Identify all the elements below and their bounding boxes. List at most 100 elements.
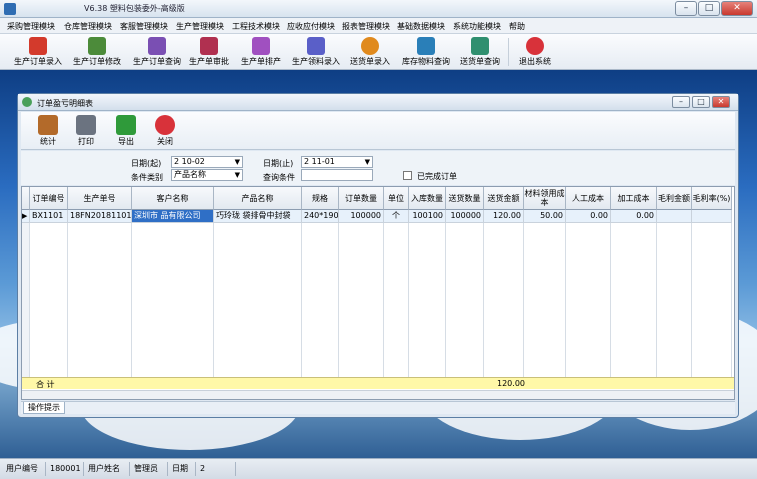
table-cell[interactable]: 100100: [409, 210, 446, 223]
maximize-button[interactable]: □: [698, 1, 720, 16]
app-icon: [4, 3, 16, 15]
column-header[interactable]: 人工成本: [566, 187, 611, 210]
child-restore-button[interactable]: □: [692, 96, 710, 108]
statistics-icon: [38, 115, 58, 135]
delivery-icon: [361, 37, 379, 55]
menu-production[interactable]: 生产管理模块: [176, 21, 224, 32]
column-header[interactable]: 生产单号: [68, 187, 132, 210]
table-cell-selected[interactable]: 深圳市 品有限公司: [132, 210, 214, 223]
table-cell[interactable]: 18FN20181101001: [68, 210, 132, 223]
table-cell[interactable]: 100000: [339, 210, 384, 223]
order-profit-window: 订单盈亏明细表 – □ ✕ 统计 打印 导出 关闭 日期(起) 2 10-02 …: [17, 93, 739, 418]
row-indicator-header: [22, 187, 30, 210]
column-header[interactable]: 订单数量: [339, 187, 384, 210]
table-cell[interactable]: 0.00: [566, 210, 611, 223]
production-order-query-button[interactable]: 生产订单查询: [128, 35, 186, 69]
column-header[interactable]: 送货金额: [484, 187, 524, 210]
close-window-button[interactable]: ✕: [721, 1, 753, 16]
close-button[interactable]: 关闭: [148, 114, 182, 148]
exit-system-button[interactable]: 退出系统: [512, 35, 558, 69]
menu-reports[interactable]: 报表管理模块: [342, 21, 390, 32]
column-divider: [446, 223, 484, 378]
column-divider: [409, 223, 446, 378]
condition-type-select[interactable]: 产品名称 ▼: [171, 169, 243, 181]
column-divider: [132, 223, 214, 378]
production-approve-button[interactable]: 生产单审批: [184, 35, 234, 69]
table-cell[interactable]: 120.00: [484, 210, 524, 223]
export-icon: [116, 115, 136, 135]
date-from-label: 日期(起): [131, 159, 162, 168]
window-icon: [22, 97, 32, 107]
print-button[interactable]: 打印: [69, 114, 103, 148]
column-header[interactable]: 产品名称: [214, 187, 302, 210]
child-window-title: 订单盈亏明细表: [37, 99, 93, 108]
menu-engineering[interactable]: 工程技术模块: [232, 21, 280, 32]
table-cell[interactable]: 50.00: [524, 210, 566, 223]
column-header[interactable]: 规格: [302, 187, 339, 210]
menu-system[interactable]: 系统功能模块: [453, 21, 501, 32]
column-header[interactable]: 订单编号: [30, 187, 68, 210]
production-order-edit-button[interactable]: 生产订单修改: [68, 35, 126, 69]
delivery-entry-button[interactable]: 送货单录入: [346, 35, 394, 69]
menu-warehouse[interactable]: 仓库管理模块: [64, 21, 112, 32]
stock-material-query-button[interactable]: 库存物料查询: [398, 35, 454, 69]
delivery-query-button[interactable]: 送货单查询: [456, 35, 504, 69]
menu-accounts[interactable]: 应收应付模块: [287, 21, 335, 32]
export-button[interactable]: 导出: [109, 114, 143, 148]
date-value: 2: [196, 462, 236, 476]
table-cell[interactable]: [657, 210, 692, 223]
column-divider: [339, 223, 384, 378]
column-header[interactable]: 入库数量: [409, 187, 446, 210]
table-cell[interactable]: BX1101: [30, 210, 68, 223]
exit-icon: [526, 37, 544, 55]
menu-bar: 采购管理模块 仓库管理模块 客服管理模块 生产管理模块 工程技术模块 应收应付模…: [0, 18, 757, 34]
child-minimize-button[interactable]: –: [672, 96, 690, 108]
column-divider: [524, 223, 566, 378]
column-divider: [302, 223, 339, 378]
material-issue-entry-button[interactable]: 生产领料录入: [288, 35, 344, 69]
approve-icon: [200, 37, 218, 55]
column-header[interactable]: 毛利金额: [657, 187, 692, 210]
production-schedule-button[interactable]: 生产单排产: [236, 35, 286, 69]
table-cell[interactable]: 巧玲珑 袋排骨中封袋: [214, 210, 302, 223]
horizontal-scrollbar[interactable]: [22, 390, 734, 399]
column-header[interactable]: 送货数量: [446, 187, 484, 210]
hint-bar: 操作提示: [21, 401, 735, 414]
menu-help[interactable]: 帮助: [509, 21, 525, 32]
table-cell[interactable]: 100000: [446, 210, 484, 223]
table-cell[interactable]: 0.00: [611, 210, 657, 223]
row-indicator-column: [22, 223, 30, 378]
user-name-label: 用户姓名: [84, 462, 130, 476]
menu-purchase[interactable]: 采购管理模块: [7, 21, 55, 32]
date-to-field[interactable]: 2 11-01 ▼: [301, 156, 373, 168]
menu-customer-service[interactable]: 客服管理模块: [120, 21, 168, 32]
statistics-button[interactable]: 统计: [31, 114, 65, 148]
menu-base-data[interactable]: 基础数据模块: [397, 21, 445, 32]
column-header[interactable]: 客户名称: [132, 187, 214, 210]
hint-tab[interactable]: 操作提示: [23, 402, 65, 414]
date-from-field[interactable]: 2 10-02 ▼: [171, 156, 243, 168]
filter-panel: 日期(起) 2 10-02 ▼ 日期(止) 2 11-01 ▼ 条件类别 产品名…: [21, 151, 735, 185]
search-doc-icon: [148, 37, 166, 55]
date-to-label: 日期(止): [263, 159, 294, 168]
column-header[interactable]: 材料领用成本: [524, 187, 566, 210]
column-header[interactable]: 单位: [384, 187, 409, 210]
column-header[interactable]: 加工成本: [611, 187, 657, 210]
chevron-down-icon: ▼: [234, 158, 240, 166]
column-divider: [657, 223, 692, 378]
child-close-button[interactable]: ✕: [712, 96, 730, 108]
table-cell[interactable]: 240*190*6: [302, 210, 339, 223]
production-order-entry-button[interactable]: 生产订单录入: [10, 35, 66, 69]
table-cell[interactable]: 个: [384, 210, 409, 223]
completed-orders-checkbox[interactable]: [403, 171, 412, 180]
pdf-icon: [29, 37, 47, 55]
column-header[interactable]: 毛利率(%): [692, 187, 732, 210]
delivery-search-icon: [471, 37, 489, 55]
minimize-button[interactable]: –: [675, 1, 697, 16]
date-label: 日期: [168, 462, 196, 476]
column-divider: [30, 223, 68, 378]
totals-delivery-amount: 120.00: [497, 379, 525, 388]
order-profit-grid: 订单编号 生产单号 客户名称 产品名称 规格 订单数量 单位 入库数量 送货数量…: [21, 186, 735, 400]
table-cell[interactable]: [692, 210, 732, 223]
query-condition-input[interactable]: [301, 169, 373, 181]
